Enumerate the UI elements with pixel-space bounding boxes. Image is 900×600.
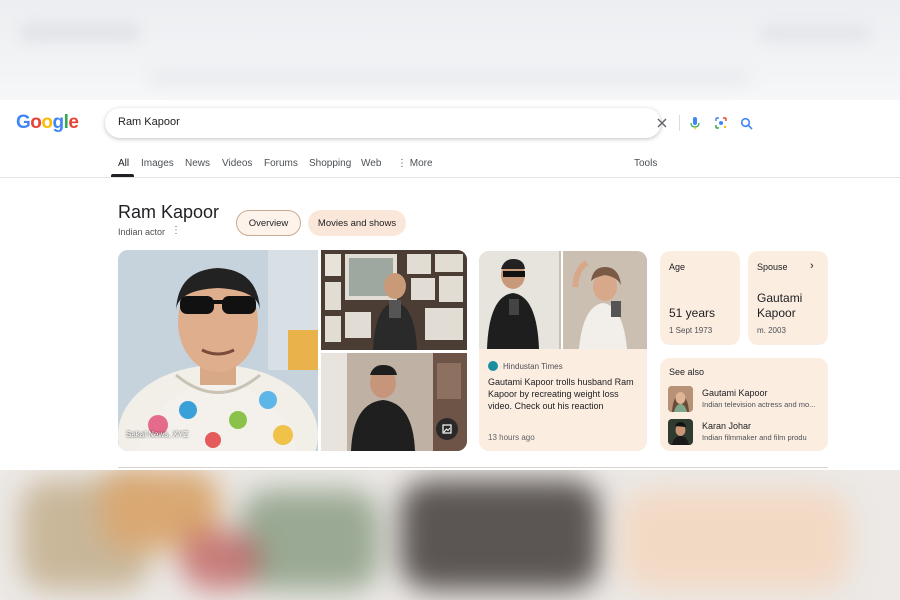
logo-letter: o bbox=[30, 112, 42, 133]
tab-shopping[interactable]: Shopping bbox=[309, 158, 351, 169]
header-divider bbox=[0, 177, 900, 178]
news-source-name: Hindustan Times bbox=[503, 361, 563, 371]
avatar bbox=[668, 386, 693, 412]
age-value: 51 years bbox=[669, 306, 716, 320]
search-input[interactable]: Ram Kapoor bbox=[118, 116, 180, 128]
entity-title: Ram Kapoor bbox=[118, 202, 220, 222]
entity-subtitle: Indian actor bbox=[118, 227, 166, 237]
news-source: Hindustan Times bbox=[488, 361, 563, 371]
see-also-name: Gautami Kapoor bbox=[702, 388, 768, 398]
main-photo[interactable]: Sakal News, XYZ bbox=[118, 250, 318, 451]
photo-bottom-right[interactable] bbox=[321, 353, 467, 451]
tools-button[interactable]: Tools bbox=[634, 158, 657, 169]
tab-more[interactable]: ⋮ More bbox=[397, 158, 433, 169]
news-timestamp: 13 hours ago bbox=[488, 433, 535, 442]
see-also-desc: Indian television actress and mo... bbox=[702, 400, 816, 409]
divider bbox=[679, 115, 680, 131]
see-also-heading: See also bbox=[669, 367, 705, 377]
spouse-label: Spouse bbox=[757, 262, 788, 272]
chip-overview[interactable]: Overview bbox=[236, 210, 301, 236]
tab-videos[interactable]: Videos bbox=[222, 158, 252, 169]
tab-more-label: More bbox=[409, 158, 433, 169]
news-headline[interactable]: Gautami Kapoor trolls husband Ram Kapoor… bbox=[488, 376, 640, 412]
logo-letter: g bbox=[52, 112, 65, 133]
marriage-year: m. 2003 bbox=[757, 326, 786, 335]
fact-card-age[interactable]: Age 51 years 1 Sept 1973 bbox=[660, 251, 740, 345]
news-image bbox=[479, 251, 647, 349]
lens-icon[interactable] bbox=[712, 114, 730, 132]
photo-top-right[interactable] bbox=[321, 250, 467, 350]
search-icon[interactable] bbox=[737, 114, 755, 132]
spouse-value: Gautami Kapoor bbox=[757, 291, 803, 320]
news-source-favicon bbox=[488, 361, 498, 371]
tab-images[interactable]: Images bbox=[141, 158, 174, 169]
news-card[interactable]: Hindustan Times Gautami Kapoor trolls hu… bbox=[479, 251, 647, 451]
see-also-name: Karan Johar bbox=[702, 421, 752, 431]
logo-letter: G bbox=[16, 112, 31, 133]
section-divider bbox=[118, 467, 828, 468]
chevron-right-icon[interactable]: › bbox=[810, 260, 814, 272]
see-also-item[interactable]: Karan Johar Indian filmmaker and film pr… bbox=[668, 419, 824, 445]
see-also-card: See also Gautami Kapoor Indian televisio… bbox=[660, 358, 828, 451]
search-box[interactable]: Ram Kapoor bbox=[105, 108, 753, 138]
logo-letter: o bbox=[41, 112, 53, 133]
avatar bbox=[668, 419, 693, 445]
google-logo[interactable]: Google bbox=[16, 112, 79, 134]
age-label: Age bbox=[669, 262, 686, 272]
image-collage[interactable]: Sakal News, XYZ bbox=[118, 250, 467, 451]
birth-date: 1 Sept 1973 bbox=[669, 326, 713, 335]
fact-card-spouse[interactable]: Spouse › Gautami Kapoor m. 2003 bbox=[748, 251, 828, 345]
mic-icon[interactable] bbox=[686, 114, 704, 132]
see-also-item[interactable]: Gautami Kapoor Indian television actress… bbox=[668, 386, 824, 412]
logo-letter: e bbox=[68, 112, 79, 133]
blurred-bottom-region bbox=[0, 470, 900, 600]
more-options-icon[interactable]: ⋮ bbox=[171, 225, 181, 236]
expand-image-icon[interactable] bbox=[436, 418, 458, 440]
more-dots-icon: ⋮ bbox=[397, 158, 410, 169]
clear-icon[interactable] bbox=[653, 114, 671, 132]
chip-movies-and-shows[interactable]: Movies and shows bbox=[308, 210, 406, 236]
tab-forums[interactable]: Forums bbox=[264, 158, 298, 169]
blurred-top-region bbox=[0, 0, 900, 100]
tab-all[interactable]: All bbox=[118, 158, 129, 169]
image-credit: Sakal News, XYZ bbox=[126, 430, 189, 439]
tab-web[interactable]: Web bbox=[361, 158, 381, 169]
tab-news[interactable]: News bbox=[185, 158, 210, 169]
see-also-desc: Indian filmmaker and film produ bbox=[702, 433, 807, 442]
